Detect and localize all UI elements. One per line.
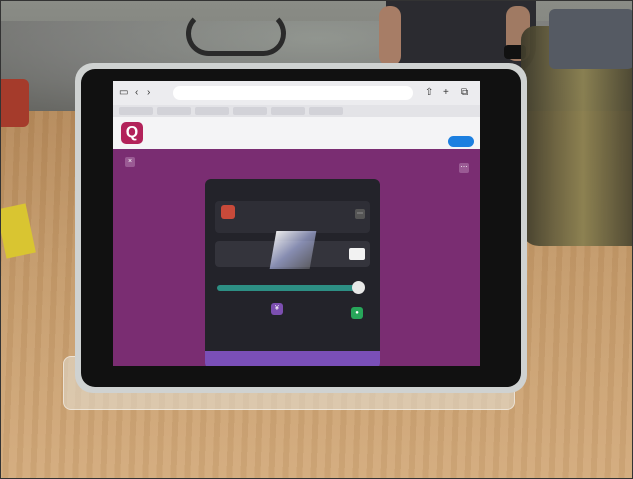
dialog-footer-button[interactable] — [205, 351, 380, 366]
url-bar[interactable] — [173, 86, 413, 100]
mid-badge-icon[interactable]: ¥ — [271, 303, 283, 315]
share-icon[interactable]: ⇧ — [425, 87, 433, 99]
tablet-screen: ▭ ‹ › ⇧ + ⧉ Q × ⋯ ⋯ ¥ ● — [113, 81, 480, 366]
volume-slider-knob[interactable] — [352, 281, 365, 294]
song-menu-icon[interactable]: ⋯ — [355, 209, 365, 219]
open-app-button[interactable] — [448, 136, 474, 147]
volume-slider[interactable] — [217, 285, 357, 291]
tab-strip — [113, 105, 480, 117]
confirm-icon[interactable]: ● — [351, 307, 363, 319]
person-left-arm — [379, 6, 401, 66]
screen-glare — [269, 231, 317, 269]
chair-base — [186, 11, 286, 56]
browser-toolbar: ▭ ‹ › ⇧ + ⧉ — [113, 81, 480, 105]
avatar — [221, 205, 235, 219]
close-icon[interactable]: × — [125, 157, 135, 167]
new-tab-icon[interactable]: + — [443, 87, 449, 99]
tabs-icon[interactable]: ⧉ — [461, 87, 468, 99]
back-icon[interactable]: ‹ — [135, 87, 138, 99]
app-banner: Q — [113, 117, 480, 149]
app-logo: Q — [121, 122, 143, 144]
sidebar-icon[interactable]: ▭ — [119, 87, 128, 99]
forward-icon[interactable]: › — [147, 87, 150, 99]
jar-cap — [549, 9, 632, 69]
tab-1[interactable] — [119, 107, 153, 115]
red-object — [1, 79, 29, 127]
photo: ▭ ‹ › ⇧ + ⧉ Q × ⋯ ⋯ ¥ ● — [0, 0, 633, 479]
tab-6[interactable] — [309, 107, 343, 115]
tab-4[interactable] — [233, 107, 267, 115]
tab-2[interactable] — [157, 107, 191, 115]
tab-5[interactable] — [271, 107, 305, 115]
tab-3[interactable] — [195, 107, 229, 115]
notice-button[interactable] — [349, 248, 365, 260]
more-icon[interactable]: ⋯ — [459, 163, 469, 173]
player-dialog: ⋯ ¥ ● — [205, 179, 380, 366]
song-card[interactable]: ⋯ — [215, 201, 370, 233]
